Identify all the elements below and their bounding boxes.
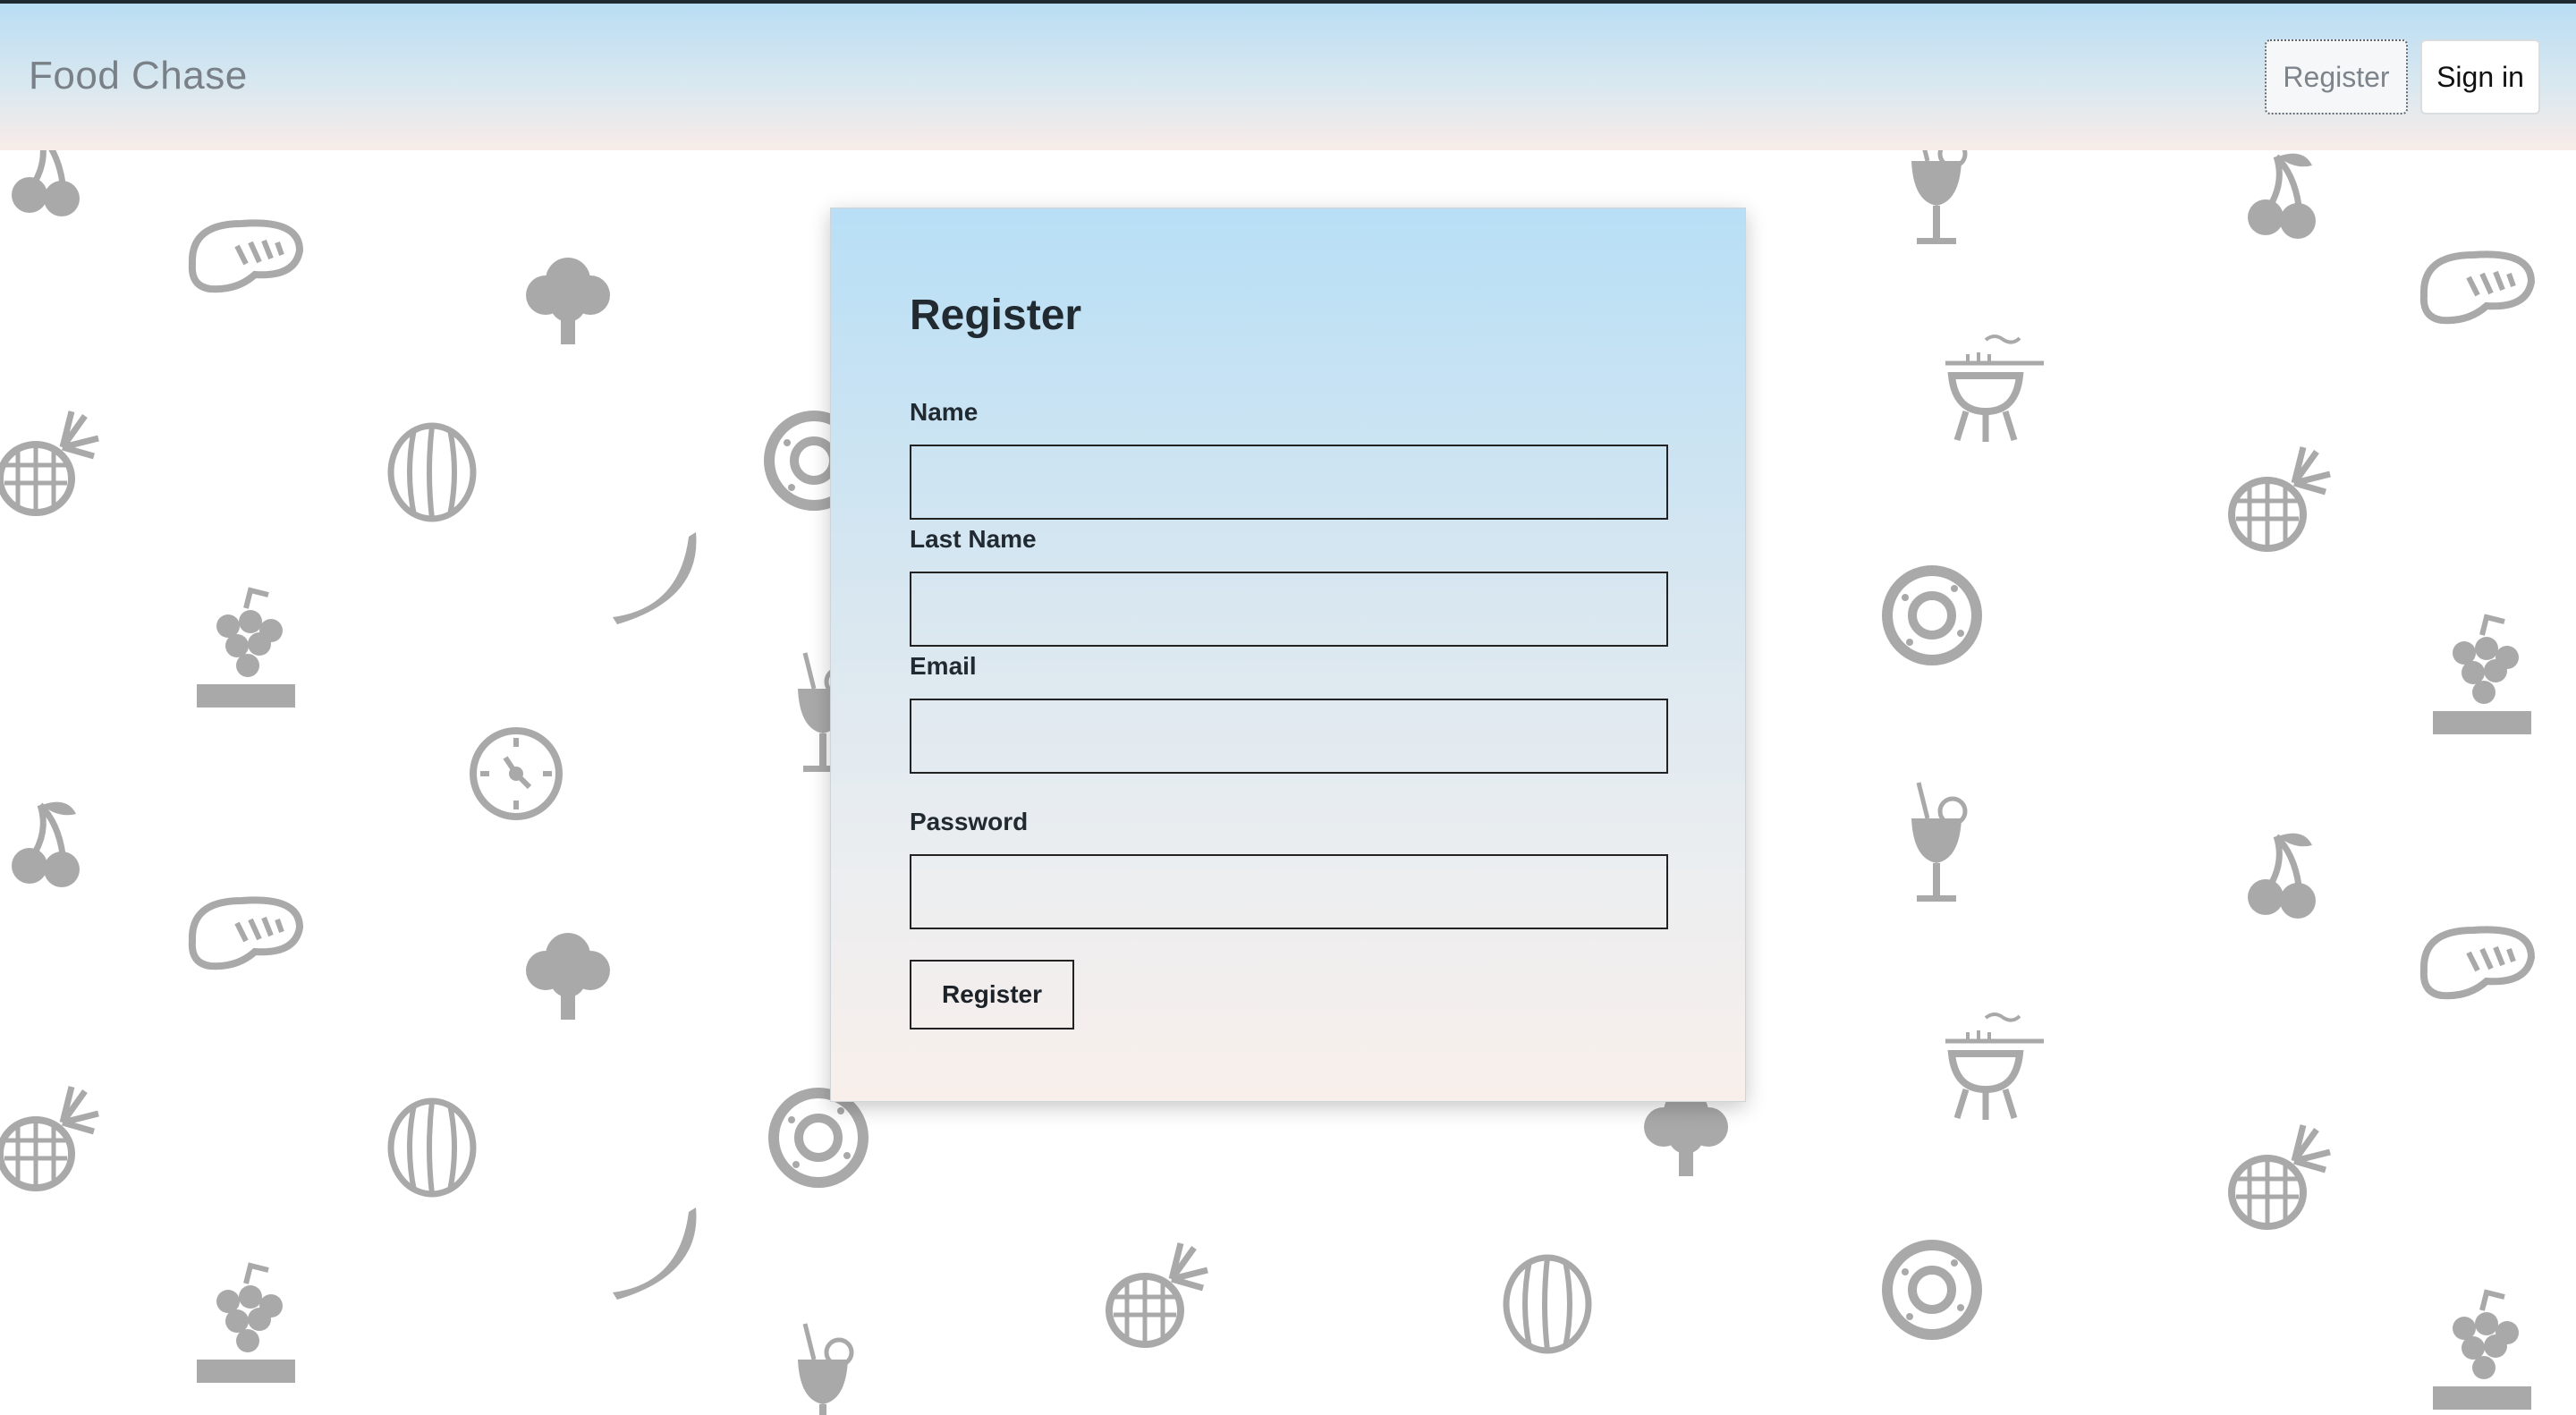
nav-signin-button[interactable]: Sign in (2420, 39, 2540, 114)
name-input[interactable] (910, 445, 1668, 520)
email-label: Email (910, 652, 977, 680)
register-submit-button[interactable]: Register (910, 960, 1074, 1029)
name-label: Name (910, 398, 979, 426)
password-label: Password (910, 808, 1029, 835)
last-name-input[interactable] (910, 572, 1668, 647)
form-title: Register (910, 292, 1082, 339)
top-navbar: Food Chase Register Sign in (0, 0, 2576, 150)
password-input[interactable] (910, 854, 1668, 929)
register-form-card: Register Name Last Name Email Password R… (830, 208, 1746, 1102)
nav-register-button[interactable]: Register (2265, 39, 2408, 114)
brand-logo-text[interactable]: Food Chase (29, 54, 248, 98)
last-name-label: Last Name (910, 525, 1037, 553)
email-input[interactable] (910, 699, 1668, 774)
